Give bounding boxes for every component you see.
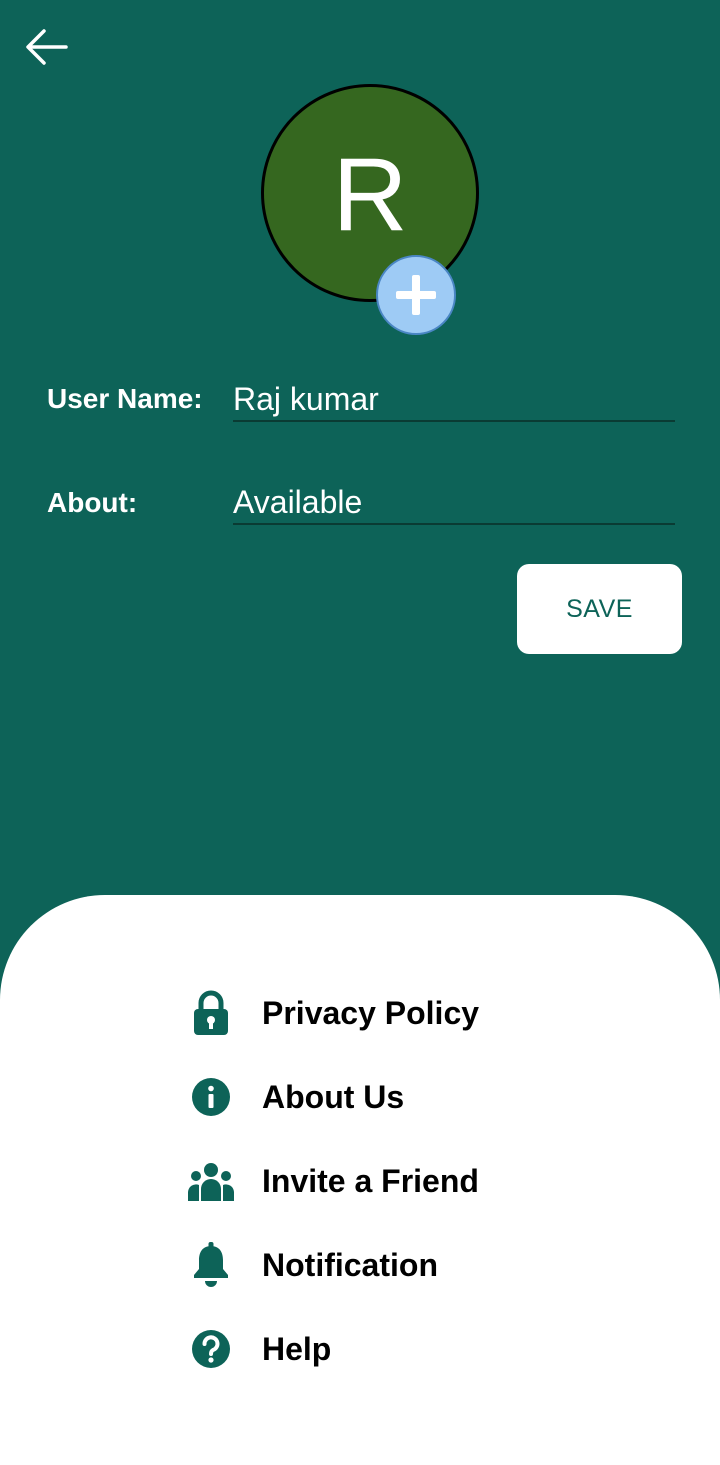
info-icon: [180, 1072, 242, 1122]
menu-label: Invite a Friend: [262, 1162, 479, 1199]
profile-header: R User Name: About: SAVE: [0, 0, 720, 1000]
plus-icon: [396, 275, 436, 315]
add-photo-button[interactable]: [376, 255, 456, 335]
user-name-label: User Name:: [47, 383, 203, 414]
avatar-letter: R: [332, 137, 408, 253]
user-name-input[interactable]: [233, 378, 675, 422]
back-arrow-icon: [26, 29, 68, 65]
menu-item-notification[interactable]: Notification: [180, 1235, 560, 1295]
about-label: About:: [47, 487, 138, 518]
menu-label: About Us: [262, 1078, 405, 1115]
menu-label: Notification: [262, 1246, 438, 1283]
back-button[interactable]: [22, 24, 72, 70]
lock-icon: [180, 988, 242, 1038]
bell-icon: [180, 1240, 242, 1290]
save-button[interactable]: SAVE: [517, 564, 682, 654]
question-icon: [180, 1324, 242, 1374]
users-icon: [180, 1156, 242, 1206]
about-input[interactable]: [233, 481, 675, 525]
menu-item-about-us[interactable]: About Us: [180, 1067, 560, 1127]
settings-sheet: Privacy Policy About Us Invite a Friend: [0, 895, 720, 1465]
menu-label: Privacy Policy: [262, 994, 480, 1031]
menu-item-help[interactable]: Help: [180, 1319, 560, 1379]
menu-label: Help: [262, 1330, 332, 1367]
menu-item-privacy-policy[interactable]: Privacy Policy: [180, 983, 560, 1043]
menu-item-invite-friend[interactable]: Invite a Friend: [180, 1151, 560, 1211]
